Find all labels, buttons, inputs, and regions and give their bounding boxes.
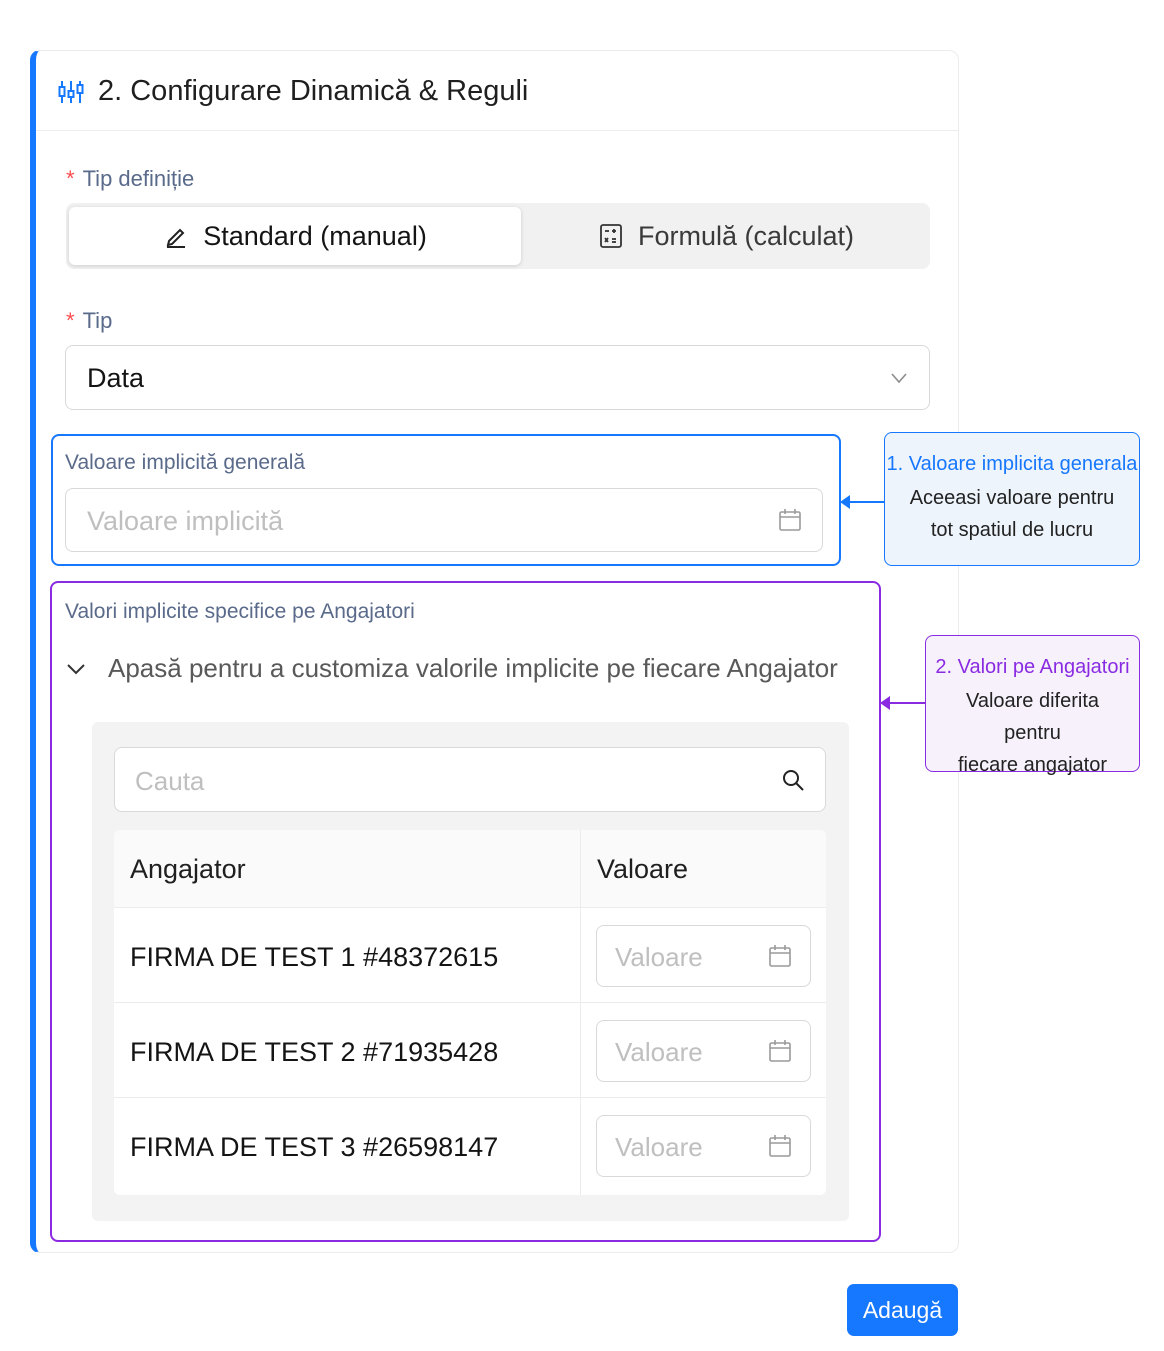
table-row: FIRMA DE TEST 1 #48372615 Valoare [114,908,826,1003]
general-default-label: Valoare implicită generală [65,451,306,474]
employer-name: FIRMA DE TEST 3 #26598147 [130,1132,499,1162]
callout-general-default: 1. Valoare implicita generala Aceeasi va… [884,432,1140,566]
definition-type-segmented: Standard (manual) Formulă (calculat) [66,203,930,269]
general-default-date-input[interactable]: Valoare implicită [65,488,823,552]
table-row: FIRMA DE TEST 3 #26598147 Valoare [114,1098,826,1193]
employer-name: FIRMA DE TEST 1 #48372615 [130,942,499,972]
general-default-placeholder: Valoare implicită [87,506,284,536]
chevron-down-icon [67,664,85,675]
type-select-value: Data [87,363,145,393]
sliders-icon [58,81,84,103]
callout-description: Aceeasi valoare pentru tot spatiul de lu… [909,487,1115,541]
arrowhead [840,495,850,509]
type-label: * Tip [66,308,113,333]
option-standard-manual[interactable]: Standard (manual) [69,207,521,265]
value-placeholder: Valoare [615,1037,703,1067]
calendar-icon [769,1135,791,1157]
search-input[interactable]: Cauta [114,747,826,812]
employer-name: FIRMA DE TEST 2 #71935428 [130,1037,499,1067]
calendar-icon [769,945,791,967]
search-icon[interactable] [781,768,805,792]
arrowhead [880,696,890,710]
value-placeholder: Valoare [615,1132,703,1162]
type-select[interactable]: Data [65,345,930,410]
callout-employer-values: 2. Valori pe Angajatori Valoare diferita… [925,635,1140,776]
callout-arrow-purple [880,696,925,710]
definition-type-label: * Tip definiție [66,166,195,191]
employer-value-date-input[interactable]: Valoare [596,1115,811,1177]
table-row: FIRMA DE TEST 2 #71935428 Valoare [114,1003,826,1098]
employer-value-date-input[interactable]: Valoare [596,925,811,987]
callout-arrow-blue [840,495,884,509]
employer-table: Angajator Valoare FIRMA DE TEST 1 #48372… [114,830,826,1195]
column-header-employer: Angajator [114,830,580,908]
column-header-value: Valoare [581,830,826,908]
callout-title: 2. Valori pe Angajatori [935,656,1130,678]
required-mark: * [66,166,75,191]
add-button[interactable]: Adaugă [847,1284,958,1336]
employer-value-date-input[interactable]: Valoare [596,1020,811,1082]
collapse-text: Apasă pentru a customiza valorile implic… [108,653,838,683]
chevron-down-icon [891,373,907,384]
search-placeholder: Cauta [135,766,205,796]
callout-description: Valoare diferita pentru fiecare angajato… [958,690,1107,776]
calculator-icon [600,224,622,248]
calendar-icon [779,509,801,531]
callout-title: 1. Valoare implicita generala [886,453,1138,475]
calendar-icon [769,1040,791,1062]
value-placeholder: Valoare [615,942,703,972]
employer-defaults-label: Valori implicite specifice pe Angajatori [65,600,415,623]
required-mark: * [66,308,75,333]
card-header: 2. Configurare Dinamică & Reguli [36,51,958,131]
card-title: 2. Configurare Dinamică & Reguli [98,75,529,107]
option-formula-calculated[interactable]: Formulă (calculat) [526,207,926,265]
edit-icon [166,228,186,248]
column-divider [580,830,581,1195]
